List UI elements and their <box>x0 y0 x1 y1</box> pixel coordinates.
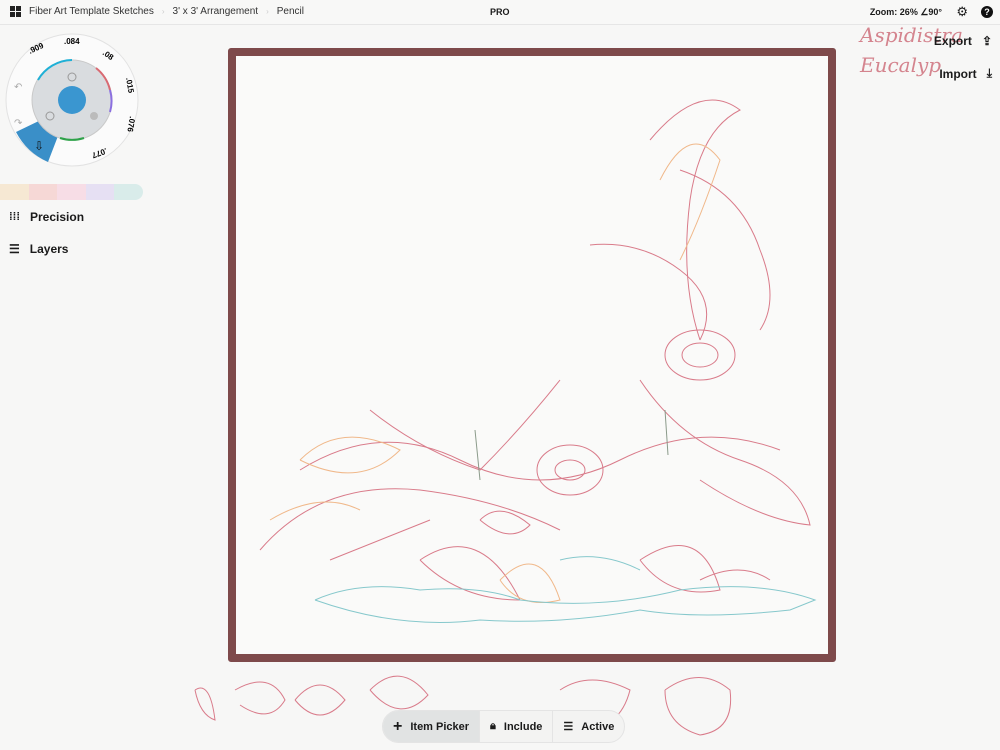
plus-icon: + <box>393 717 403 735</box>
layers-icon: ☰ <box>563 721 574 733</box>
flower-drawing: Aspidistra Eucalyp <box>194 23 963 736</box>
handwritten-note: Eucalyp <box>859 53 941 77</box>
bottom-toolbar: + Item Picker 🔒︎ Include ☰ Active <box>382 710 626 743</box>
upload-icon: ⇪ <box>981 34 992 48</box>
export-button[interactable]: Export ⇪ <box>934 34 992 48</box>
active-button[interactable]: ☰ Active <box>553 711 624 742</box>
import-button[interactable]: Import ⤓ <box>939 66 992 81</box>
download-icon: ⤓ <box>986 66 992 80</box>
item-picker-button[interactable]: + Item Picker <box>383 711 481 742</box>
include-button[interactable]: 🔒︎ Include <box>480 711 554 742</box>
lock-icon: 🔒︎ <box>490 720 496 732</box>
